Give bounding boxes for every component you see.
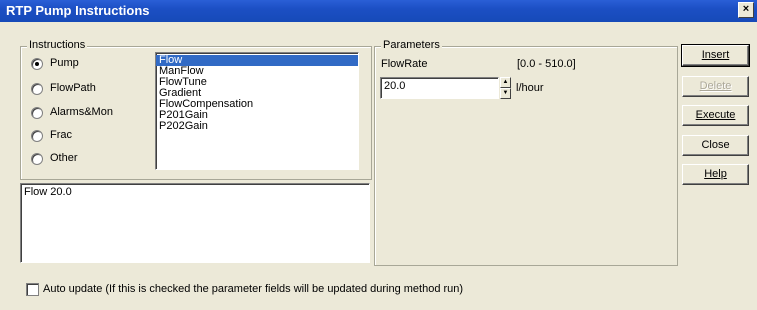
instruction-preview-textarea[interactable]: Flow 20.0 (20, 183, 370, 263)
radio-frac-indicator[interactable] (31, 130, 43, 142)
radio-alarms-mon-label: Alarms&Mon (50, 106, 113, 118)
delete-button[interactable]: Delete (682, 76, 749, 97)
close-window-button[interactable]: × (738, 2, 754, 18)
radio-other-indicator[interactable] (31, 153, 43, 165)
execute-button-label: Execute (695, 109, 736, 121)
radio-other-label: Other (50, 152, 78, 164)
list-item-p202gain[interactable]: P202Gain (156, 121, 358, 132)
radio-flowpath-indicator[interactable] (31, 83, 43, 95)
radio-pump-label: Pump (50, 57, 79, 69)
execute-button[interactable]: Execute (682, 105, 749, 126)
insert-button-label: Insert (701, 49, 730, 61)
instruction-preview-text: Flow 20.0 (24, 186, 72, 198)
parameter-range: [0.0 - 510.0] (517, 58, 576, 70)
radio-frac-label: Frac (50, 129, 72, 141)
instruction-listbox[interactable]: Flow ManFlow FlowTune Gradient FlowCompe… (155, 52, 359, 170)
close-icon: × (742, 3, 750, 15)
title-bar[interactable]: RTP Pump Instructions × (0, 0, 757, 22)
help-button[interactable]: Help (682, 164, 749, 185)
help-button-label: Help (704, 168, 727, 180)
radio-flowpath-label: FlowPath (50, 82, 96, 94)
insert-button[interactable]: Insert (681, 44, 750, 67)
spin-down-icon[interactable]: ▼ (500, 88, 511, 99)
flowrate-spinner[interactable]: ▲ ▼ (500, 77, 511, 99)
radio-pump-indicator[interactable] (31, 58, 43, 70)
delete-button-label: Delete (699, 80, 732, 92)
flowrate-input[interactable]: 20.0 (380, 77, 499, 99)
radio-alarms-mon-indicator[interactable] (31, 107, 43, 119)
parameters-legend: Parameters (381, 39, 442, 51)
close-button[interactable]: Close (682, 135, 749, 156)
auto-update-checkbox[interactable] (26, 283, 39, 296)
parameter-unit: l/hour (516, 82, 544, 94)
parameter-name: FlowRate (381, 58, 428, 70)
instructions-legend: Instructions (27, 39, 88, 51)
window-title: RTP Pump Instructions (6, 3, 150, 18)
flowrate-value: 20.0 (384, 80, 406, 92)
auto-update-label[interactable]: Auto update (If this is checked the para… (43, 283, 463, 295)
close-button-label: Close (701, 139, 730, 151)
spin-up-icon[interactable]: ▲ (500, 77, 511, 88)
